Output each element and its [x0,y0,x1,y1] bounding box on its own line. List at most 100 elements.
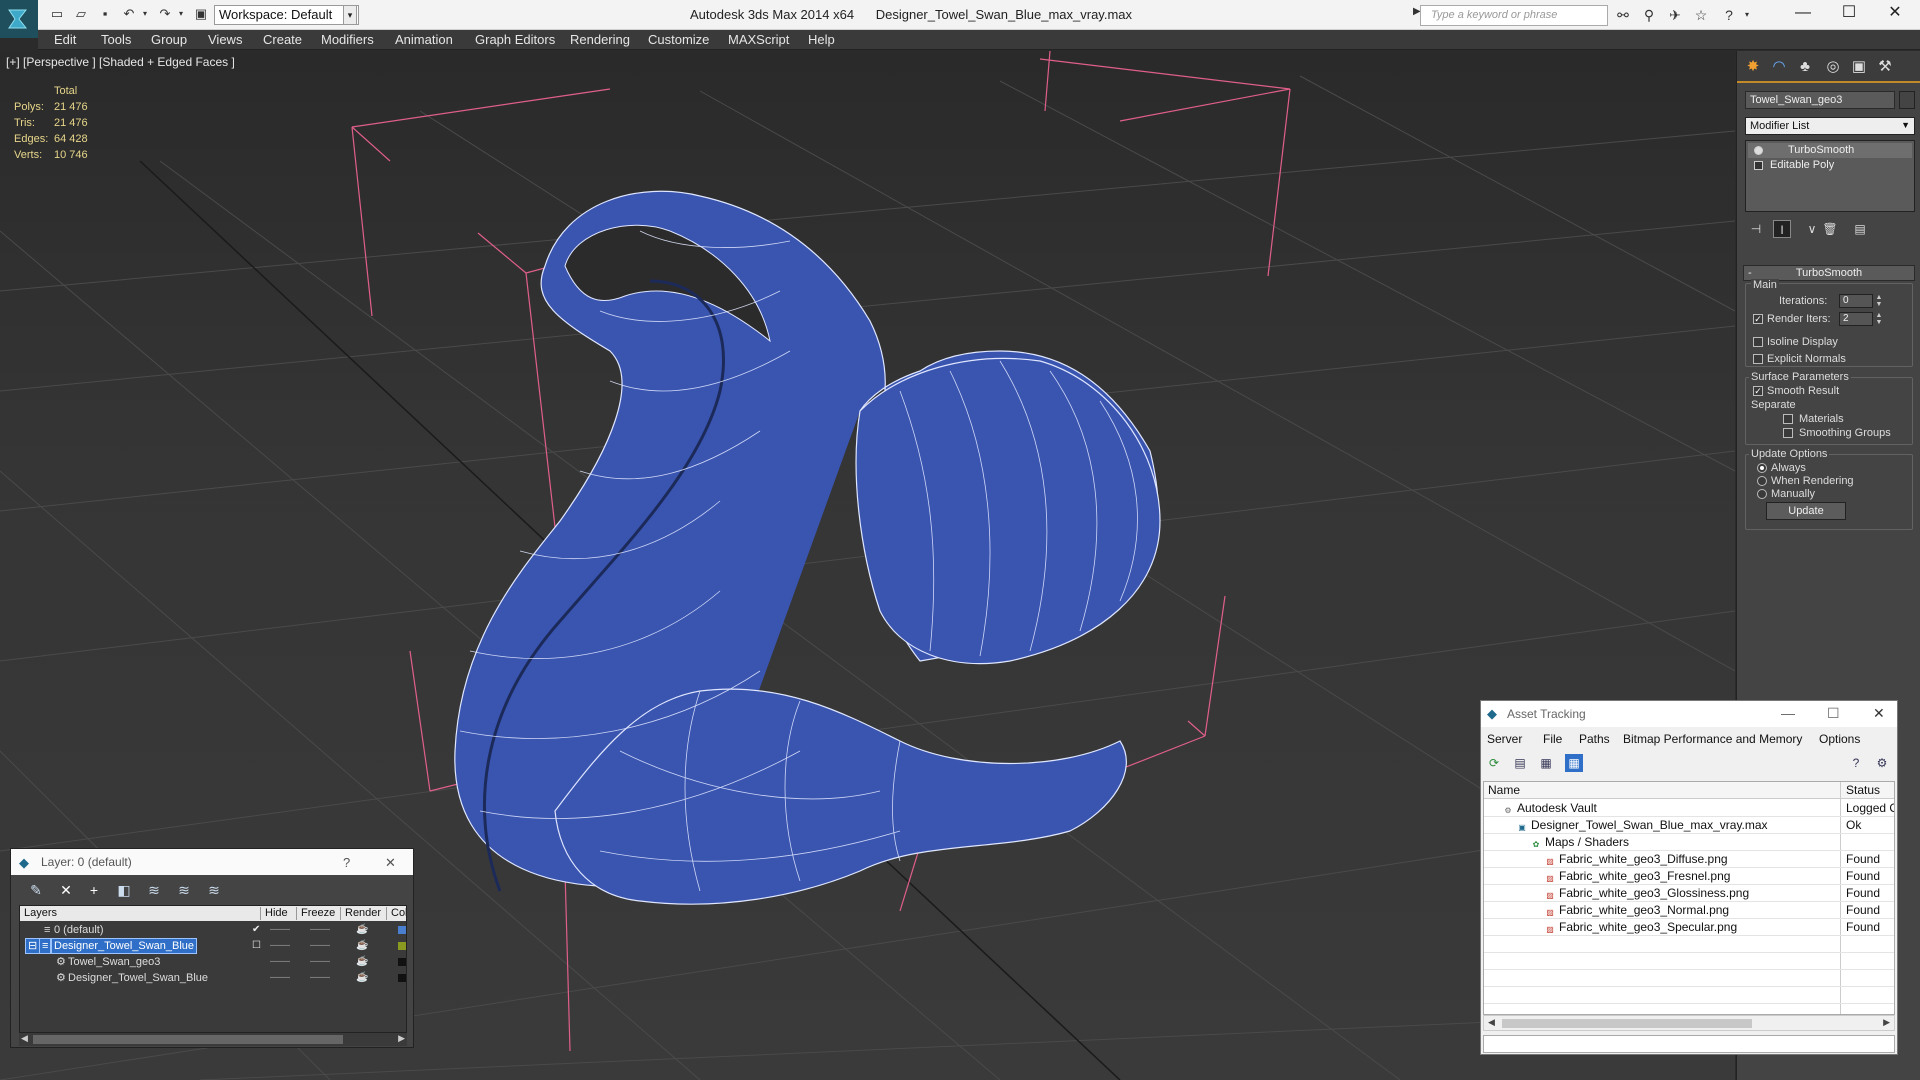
favorites-star-icon[interactable]: ☆ [1690,5,1712,25]
menu-group[interactable]: Group [151,32,187,47]
make-unique-icon[interactable]: ∨ [1803,220,1821,238]
manually-radio[interactable] [1757,489,1767,499]
subscription-icon[interactable]: ⚲ [1638,5,1660,25]
menu-views[interactable]: Views [208,32,242,47]
freeze-toggle[interactable]: —— [310,922,330,938]
close-button[interactable]: ✕ [1872,0,1918,28]
asset-menu-file[interactable]: File [1543,732,1562,746]
search-input[interactable]: Type a keyword or phrase [1420,5,1608,26]
expand-plus-icon[interactable] [1754,161,1763,170]
modifier-list-dropdown[interactable]: Modifier List ▼ [1745,117,1915,135]
scrollbar-thumb[interactable] [33,1035,343,1044]
layer-row[interactable]: ⊟ ≡ Designer_Towel_Swan_Blue ☐ —— —— ☕ [20,938,406,954]
menu-tools[interactable]: Tools [101,32,131,47]
smoothing-groups-checkbox[interactable] [1783,428,1793,438]
highlight-layer-icon[interactable]: ≋ [145,881,163,899]
object-color-swatch[interactable] [1899,91,1915,109]
spinner-arrows-icon[interactable]: ▲ ▼ [1875,312,1883,326]
menu-edit[interactable]: Edit [54,32,76,47]
add-to-layer-icon[interactable]: + [85,881,103,899]
redo-dropdown-icon[interactable]: ▾ [172,5,190,23]
asset-menu-server[interactable]: Server [1487,732,1522,746]
render-iters-spinner[interactable]: 2 [1839,312,1873,326]
workspace-menu-arrow[interactable]: ▾ [343,5,357,25]
layer-color-swatch[interactable] [398,926,406,934]
lightbulb-icon[interactable] [1754,146,1763,155]
show-end-result-icon[interactable]: I [1773,220,1791,238]
remove-modifier-icon[interactable]: 🗑 [1821,220,1839,238]
minimize-button[interactable]: — [1780,0,1826,28]
materials-checkbox[interactable] [1783,414,1793,424]
col-layers[interactable]: Layers [20,907,246,920]
maximize-button[interactable]: ☐ [1826,0,1872,28]
freeze-toggle[interactable]: —— [310,954,330,970]
col-freeze[interactable]: Freeze [296,907,338,920]
asset-menu-paths[interactable]: Paths [1579,732,1610,746]
help-icon[interactable]: ? [1847,754,1865,772]
utilities-tab-icon[interactable]: ⚒ [1873,56,1897,78]
menu-maxscript[interactable]: MAXScript [728,32,789,47]
close-icon[interactable]: ✕ [1873,705,1885,722]
render-teapot-icon[interactable]: ☕ [356,954,368,970]
asset-window-titlebar[interactable]: ◆ Asset Tracking — ☐ ✕ [1481,701,1897,727]
scroll-right-icon[interactable]: ▶ [1883,1017,1890,1028]
layer-color-swatch[interactable] [398,974,406,982]
asset-row[interactable]: ▨ Fabric_white_geo3_Diffuse.png Found [1484,851,1894,868]
modify-tab-icon[interactable]: ◠ [1767,56,1791,78]
freeze-toggle[interactable]: —— [310,970,330,986]
refresh-icon[interactable]: ⟳ [1485,754,1503,772]
hide-toggle[interactable]: —— [270,938,290,954]
menu-animation[interactable]: Animation [395,32,453,47]
list-view-icon[interactable]: ▤ [1511,754,1529,772]
asset-row[interactable]: ▨ Fabric_white_geo3_Specular.png Found [1484,919,1894,936]
table-view-icon[interactable]: ▦ [1565,754,1583,772]
col-render[interactable]: Render [340,907,384,920]
render-teapot-icon[interactable]: ☕ [356,970,368,986]
minimize-icon[interactable]: — [1781,705,1795,721]
asset-menu-options[interactable]: Options [1819,732,1860,746]
explicit-normals-checkbox[interactable] [1753,354,1763,364]
layer-name[interactable]: Designer_Towel_Swan_Blue [50,938,198,954]
asset-row[interactable]: ▨ Fabric_white_geo3_Fresnel.png Found [1484,868,1894,885]
delete-layer-icon[interactable]: ✕ [57,881,75,899]
collapse-minus-icon[interactable]: ⊟ [24,938,41,954]
update-button[interactable]: Update [1766,502,1846,520]
select-objects-icon[interactable]: ◧ [115,881,133,899]
menu-rendering[interactable]: Rendering [570,32,630,47]
scrollbar-thumb[interactable] [1502,1019,1752,1028]
motion-tab-icon[interactable]: ◎ [1821,56,1845,78]
col-status[interactable]: Status [1846,783,1880,797]
menu-modifiers[interactable]: Modifiers [321,32,374,47]
asset-row[interactable]: ▨ Fabric_white_geo3_Glossiness.png Found [1484,885,1894,902]
col-name[interactable]: Name [1488,783,1520,797]
undo-dropdown-icon[interactable]: ▾ [136,5,154,23]
settings-icon[interactable]: ⚙ [1873,754,1891,772]
asset-row[interactable]: ✿ Maps / Shaders [1484,834,1894,851]
stack-item-turbosmooth[interactable]: TurboSmooth [1748,143,1912,158]
menu-customize[interactable]: Customize [648,32,709,47]
asset-menu-bitmap-performance[interactable]: Bitmap Performance and Memory [1623,732,1802,746]
freeze-toggle[interactable]: —— [310,938,330,954]
help-dropdown-icon[interactable]: ▾ [1736,5,1758,25]
close-icon[interactable]: ✕ [385,855,396,871]
help-icon[interactable]: ? [343,855,350,870]
freeze-all-icon[interactable]: ≋ [205,881,223,899]
layer-row[interactable]: ≡ 0 (default) ✔ —— —— ☕ [20,922,406,938]
hide-toggle[interactable]: —— [270,922,290,938]
isoline-display-checkbox[interactable] [1753,337,1763,347]
iterations-spinner[interactable]: 0 [1839,294,1873,308]
scroll-right-icon[interactable]: ▶ [398,1033,405,1044]
menu-graph-editors[interactable]: Graph Editors [475,32,555,47]
menu-help[interactable]: Help [808,32,835,47]
binoculars-icon[interactable]: ⚯ [1612,5,1634,25]
stack-item-editable-poly[interactable]: Editable Poly [1748,158,1912,173]
pin-stack-icon[interactable]: ⊣ [1747,220,1765,238]
configure-sets-icon[interactable]: ▤ [1851,220,1869,238]
render-teapot-icon[interactable]: ☕ [356,922,368,938]
active-layer-check-icon[interactable]: ✔ [252,922,260,938]
viewport-label[interactable]: [+] [Perspective ] [Shaded + Edged Faces… [6,55,235,69]
app-logo[interactable] [0,0,38,38]
create-tab-icon[interactable]: ✸ [1741,56,1765,78]
asset-row[interactable]: ▣ Designer_Towel_Swan_Blue_max_vray.max O… [1484,817,1894,834]
render-iters-checkbox[interactable]: ✓ [1753,314,1763,324]
